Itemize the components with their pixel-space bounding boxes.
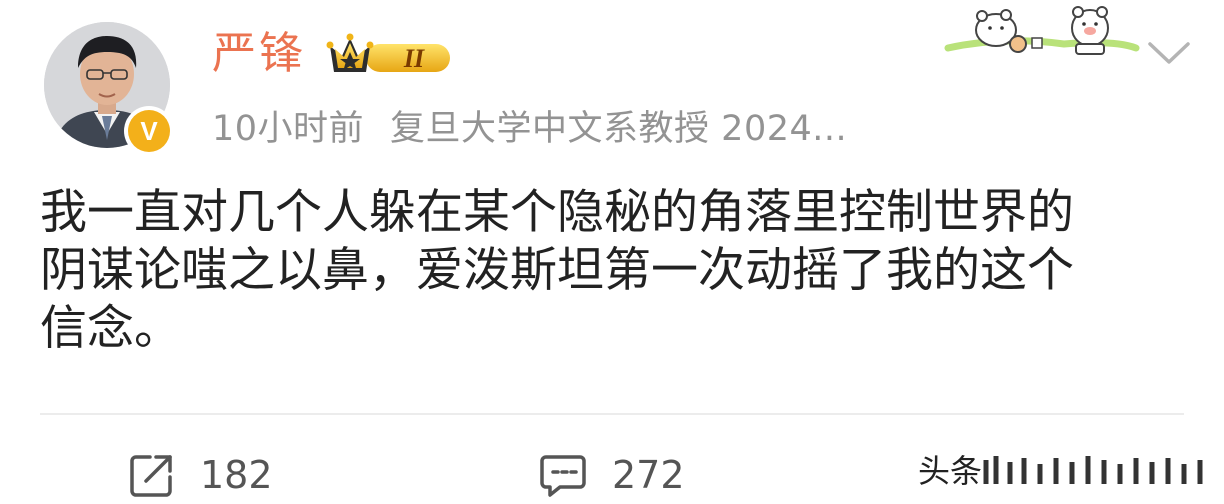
sticker-decoration bbox=[944, 0, 1140, 60]
watermark-text: 头条 bbox=[918, 452, 983, 490]
author-name[interactable]: 严锋 bbox=[212, 22, 306, 86]
repost-count: 182 bbox=[200, 453, 273, 497]
post-line: 阴谋论嗤之以鼻，爱泼斯坦第一次动摇了我的这个 bbox=[40, 243, 1074, 298]
comment-icon bbox=[540, 455, 586, 497]
svg-text:II: II bbox=[403, 44, 425, 73]
vip-badge[interactable]: II bbox=[326, 32, 454, 78]
comment-count: 272 bbox=[612, 453, 685, 497]
post-time[interactable]: 10小时前 bbox=[212, 109, 364, 149]
divider bbox=[40, 413, 1184, 415]
crown-icon: II bbox=[326, 33, 450, 73]
post-line: 我一直对几个人躲在某个隐秘的角落里控制世界的 bbox=[40, 185, 1074, 240]
verified-v-icon: V bbox=[128, 110, 170, 152]
comment-button[interactable]: 272 bbox=[538, 446, 685, 504]
chevron-down-icon[interactable] bbox=[1144, 36, 1194, 70]
repost-icon bbox=[130, 455, 172, 497]
watermark-graphic bbox=[982, 456, 1214, 486]
post-meta: 10小时前 复旦大学中文系教授 2024... bbox=[212, 104, 847, 154]
verified-badge: V bbox=[124, 106, 174, 156]
post-line: 信念。 bbox=[40, 301, 181, 356]
post-text: 我一直对几个人躲在某个隐秘的角落里控制世界的 阴谋论嗤之以鼻，爱泼斯坦第一次动摇… bbox=[40, 184, 1190, 358]
author-description: 复旦大学中文系教授 2024... bbox=[390, 109, 848, 149]
watermark: 头条 bbox=[918, 444, 1218, 498]
repost-button[interactable]: 182 bbox=[128, 446, 273, 504]
